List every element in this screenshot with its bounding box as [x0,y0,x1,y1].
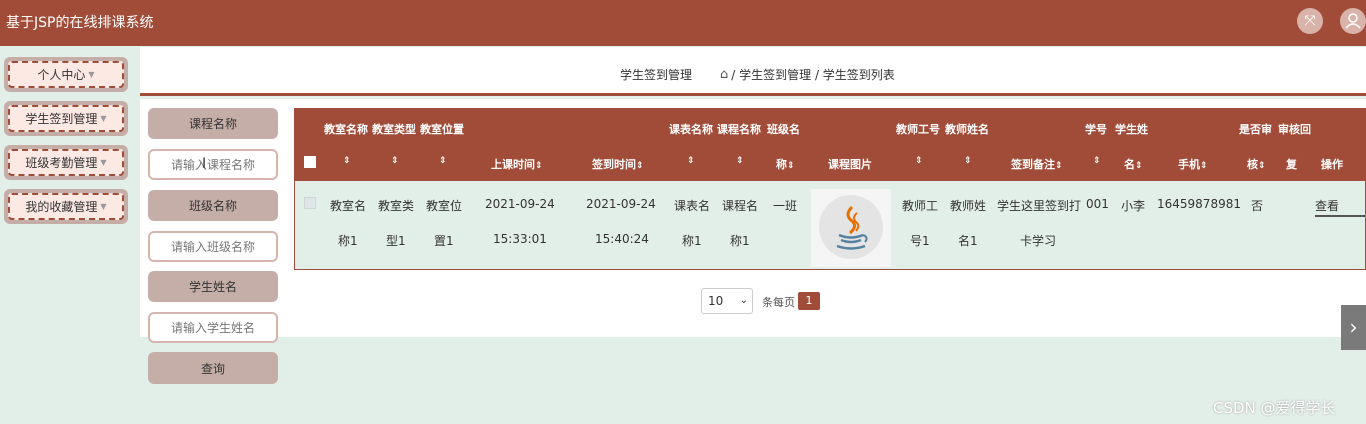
per-page-label: 条每页 [762,296,795,309]
course-name-label: 课程名称 [148,108,278,139]
cell-sign-note: 学生这里签到打 [997,199,1082,213]
table-header: 教室名称 教室类型 教室位置 课表名称 课程名称 班级名 教师工号 教师姓名 学… [295,109,1365,181]
cell-room-name-cont: 称1 [338,234,358,248]
th-course-image: 课程图片 [828,158,872,171]
th-room-name[interactable]: 教室名称 [324,121,368,137]
cell-room-type-cont: 型1 [386,234,406,248]
th-schedule-name[interactable]: 课表名称 [669,121,713,137]
sidebar-item-label: 班级考勤管理 [25,156,98,170]
th-student-id[interactable]: 学号 [1085,121,1107,137]
th-class-time[interactable]: 上课时间⇕ [491,156,543,172]
th-teacher-id[interactable]: 教师工号 [896,121,940,137]
java-logo-icon [819,195,883,259]
th-phone[interactable]: 手机⇕ [1178,156,1208,172]
sidebar-item-label: 学生签到管理 [25,112,98,126]
cell-student-id: 001 [1086,197,1109,211]
class-name-input[interactable] [148,231,278,262]
sort-icon[interactable]: ⇕ [687,156,695,166]
query-button[interactable]: 查询 [148,352,278,384]
sidebar-item-label: 我的收藏管理 [25,200,98,214]
cell-sign-note-cont: 卡学习 [1020,234,1057,248]
cell-schedule-name: 课表名 [674,199,711,213]
th-actions: 操作 [1321,158,1343,171]
breadcrumb: 学生签到管理 ⌂ / 学生签到管理 / 学生签到列表 [140,47,1366,96]
th-student-name-cont[interactable]: 名⇕ [1124,156,1143,172]
sort-icon[interactable]: ⇕ [391,156,399,166]
sort-icon[interactable]: ⇕ [439,156,447,166]
sidebar-item-student-sign[interactable]: 学生签到管理 ▼ [4,101,128,136]
sidebar-item-class-attendance[interactable]: 班级考勤管理 ▼ [4,145,128,180]
home-icon[interactable]: ⌂ [720,67,728,82]
sort-icon[interactable]: ⇕ [736,156,744,166]
breadcrumb-path: ⌂ / 学生签到管理 / 学生签到列表 [720,66,895,83]
cell-reviewed: 否 [1251,199,1264,213]
th-course-name[interactable]: 课程名称 [717,121,761,137]
sidebar-item-favorites[interactable]: 我的收藏管理 ▼ [4,189,128,224]
cell-phone: 16459878981 [1157,197,1241,211]
sign-table: 教室名称 教室类型 教室位置 课表名称 课程名称 班级名 教师工号 教师姓名 学… [294,108,1366,270]
cell-room-name: 教室名 [330,199,367,213]
breadcrumb-path-text: / 学生签到管理 / 学生签到列表 [731,68,895,82]
top-bar: 基于JSP的在线排课系统 ⤧ [0,0,1366,46]
sort-icon[interactable]: ⇕ [915,156,923,166]
sidebar-item-profile[interactable]: 个人中心 ▼ [4,57,128,92]
page-number-button[interactable]: 1 [798,292,820,310]
watermark: CSDN @爱得学长 [1213,399,1336,417]
chevron-down-icon: ▼ [88,70,95,79]
th-class-name[interactable]: 班级名 [767,121,800,137]
app-title: 基于JSP的在线排课系统 [6,15,154,31]
course-image [811,189,891,267]
cell-course-name: 课程名 [722,199,759,213]
cell-teacher-name-cont: 名1 [958,234,978,248]
th-reviewed[interactable]: 是否审 [1239,121,1272,137]
chevron-down-icon: ▼ [100,114,107,123]
cell-sign-date: 2021-09-24 [586,197,656,211]
cell-course-name-cont: 称1 [730,234,750,248]
chevron-down-icon: ▼ [100,202,107,211]
cell-teacher-name: 教师姓 [950,199,987,213]
fullscreen-icon[interactable]: ⤧ [1297,8,1323,34]
chevron-right-icon[interactable]: › [1341,305,1366,350]
cell-sign-clock: 15:40:24 [595,232,649,246]
course-name-input[interactable] [148,149,278,180]
cell-teacher-id: 教师工 [902,199,939,213]
cell-class-name: 一班 [773,199,798,213]
th-student-name[interactable]: 学生姓 [1115,121,1148,137]
th-sign-note[interactable]: 签到备注⇕ [1011,156,1063,172]
text-cursor-icon: I [202,156,207,172]
chevron-down-icon: ⌄ [739,295,748,306]
student-name-input[interactable] [148,312,278,343]
user-icon[interactable] [1340,8,1366,34]
sort-icon[interactable]: ⇕ [1093,156,1101,166]
cell-room-location: 教室位 [426,199,463,213]
cell-teacher-id-cont: 号1 [910,234,930,248]
th-review-reply[interactable]: 审核回 [1278,121,1311,137]
page-size-select[interactable]: 10 ⌄ [701,288,753,314]
table-row: 教室名 称1 教室类 型1 教室位 置1 2021-09-24 15:33:01… [295,181,1365,269]
select-all-checkbox[interactable] [304,156,316,168]
th-class-name-cont[interactable]: 称⇕ [776,156,795,172]
class-name-label: 班级名称 [148,190,278,221]
student-name-label: 学生姓名 [148,271,278,302]
page-title: 学生签到管理 [620,68,693,82]
th-teacher-name[interactable]: 教师姓名 [945,121,989,137]
th-room-location[interactable]: 教室位置 [420,121,464,137]
chevron-down-icon: ▼ [100,158,107,167]
cell-room-type: 教室类 [378,199,415,213]
view-button[interactable]: 查看 [1315,195,1365,217]
th-room-type[interactable]: 教室类型 [372,121,416,137]
cell-room-location-cont: 置1 [434,234,454,248]
cell-student-name: 小李 [1121,199,1146,213]
page-size-value: 10 [708,294,724,308]
th-reviewed-cont[interactable]: 核⇕ [1247,156,1266,172]
sort-icon[interactable]: ⇕ [964,156,972,166]
th-review-reply-cont[interactable]: 复 [1286,156,1297,172]
cell-class-clock: 15:33:01 [493,232,547,246]
sidebar-item-label: 个人中心 [37,68,86,82]
cell-schedule-name-cont: 称1 [682,234,702,248]
sort-icon[interactable]: ⇕ [343,156,351,166]
row-checkbox[interactable] [304,197,316,209]
cell-class-date: 2021-09-24 [485,197,555,211]
th-sign-time[interactable]: 签到时间⇕ [592,156,644,172]
